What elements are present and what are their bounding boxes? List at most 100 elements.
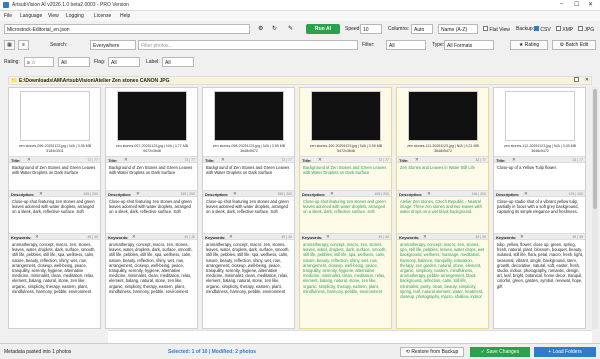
select-all-checkbox[interactable] [574,77,579,84]
jpg-label: JPG [584,27,595,33]
clear-keywords-icon[interactable]: ✕ [423,234,427,240]
keywords-field[interactable]: aromatherapy, concept, macro, zen, stone… [12,242,98,328]
image-card[interactable]: zen stones-097-20251123.jpg | N/A | 3.77… [105,87,198,329]
csv-label: CSV [540,27,551,33]
restore-backup-button[interactable]: ⟲ Restore from Backup [400,347,464,357]
description-field[interactable]: Close-up shot featuring zen stones and g… [109,199,195,231]
clear-description-icon[interactable]: ✕ [330,191,334,197]
menu-file[interactable]: File [4,13,12,19]
clear-description-icon[interactable]: ✕ [39,191,43,197]
clear-keywords-icon[interactable]: ✕ [326,234,330,240]
keywords-label: Keywords: [399,235,420,240]
image-card[interactable]: zen stones-111-20251123.jpg | N/A | 3.21… [396,87,489,329]
clear-description-icon[interactable]: ✕ [136,191,140,197]
vertical-scrollbar[interactable] [592,87,598,329]
rating-value-select[interactable]: All [58,57,90,67]
menu-logging[interactable]: Logging [66,13,84,19]
close-icon[interactable]: ✕ [588,1,593,8]
sort-select[interactable]: Name (A-Z) [438,24,478,34]
grid-view-icon[interactable]: ▦ [4,40,15,50]
description-field[interactable]: Close-up studio shot of a vibrant yellow… [497,199,583,231]
title-header: Title: ✕ 32 | 77 [397,156,488,163]
refresh-icon[interactable]: ↻ [272,25,277,32]
description-field[interactable]: Atelier Zen stones, Czech Republic - Neu… [400,199,486,231]
menu-help[interactable]: Help [120,13,130,19]
minimize-icon[interactable]: – [560,1,563,7]
title-field[interactable]: Background of Zen Stones and Green Leave… [12,165,98,189]
project-select[interactable]: Microstock-Editorial_en.json [4,24,250,34]
menu-view[interactable]: View [48,13,59,19]
image-thumbnail[interactable] [20,91,90,141]
description-header: Description: ✕ 155 | 200 [203,190,294,197]
clear-keywords-icon[interactable]: ✕ [35,234,39,240]
title-field[interactable]: Close-up of a Yellow Tulip flower. [497,165,583,189]
clear-title-icon[interactable]: ✕ [221,157,225,163]
clear-description-icon[interactable]: ✕ [427,191,431,197]
image-thumbnail[interactable] [117,91,187,141]
keywords-field[interactable]: aromatherapy, concept, macro, zen, stone… [400,242,486,328]
jpg-checkbox[interactable]: JPG [578,26,594,33]
filter-select[interactable]: All [386,40,426,50]
menu-license[interactable]: License [94,13,111,19]
clear-title-icon[interactable]: ✕ [415,157,419,163]
load-folders-button[interactable]: + Load Folders [534,347,596,357]
clear-description-icon[interactable]: ✕ [524,191,528,197]
list-view-icon[interactable]: ≡ [18,40,29,50]
flag-select[interactable]: All [108,57,140,67]
description-count: 155 | 200 [180,192,195,196]
scrollbar-thumb[interactable] [593,89,597,209]
speed-input[interactable]: 10 [360,24,382,34]
title-field[interactable]: Background of Zen Stones and Green Leave… [303,165,389,189]
keywords-field[interactable]: tulip, yellow, flower, close up, green, … [497,242,583,328]
image-thumbnail[interactable] [311,91,381,141]
image-dimensions: 3648x5472 [531,149,549,153]
image-card[interactable]: zen stones-096-20251123.jpg | N/A | 3.55… [8,87,101,329]
file-info: zen stones-112-20251123.jpg | N/A | 3.05… [503,144,577,148]
image-thumbnail[interactable] [505,91,575,141]
keywords-count: 49 | 49 [475,235,486,239]
gear-icon[interactable]: ⚙ [258,25,263,32]
clear-title-icon[interactable]: ✕ [124,157,128,163]
title-field[interactable]: Background of Zen Stones and Green Leave… [206,165,292,189]
columns-select[interactable]: Auto [411,24,433,34]
clear-title-icon[interactable]: ✕ [512,157,516,163]
label-select[interactable]: All [162,57,194,67]
clear-title-icon[interactable]: ✕ [318,157,322,163]
clear-keywords-icon[interactable]: ✕ [229,234,233,240]
keywords-field[interactable]: aromatherapy, concept, macro, zen, stone… [206,242,292,328]
keywords-field[interactable]: aromatherapy, concept, macro, zen, stone… [303,242,389,328]
rating-button[interactable]: ★ Rating [510,40,548,50]
image-card[interactable]: zen stones-100-20251123.jpg | N/A | 3.59… [299,87,392,329]
clear-description-icon[interactable]: ✕ [233,191,237,197]
clear-title-icon[interactable]: ✕ [27,157,31,163]
save-changes-button[interactable]: ✓ Save Changes [470,347,530,357]
flat-view-toggle[interactable]: Flat View [483,26,510,33]
xmp-checkbox[interactable]: XMP [556,26,573,33]
image-thumbnail[interactable] [214,91,284,141]
image-card[interactable]: zen stones-112-20251123.jpg | N/A | 3.05… [493,87,586,329]
menu-language[interactable]: Language [20,13,42,19]
clear-keywords-icon[interactable]: ✕ [520,234,524,240]
maximize-icon[interactable]: ☐ [574,1,579,8]
title-field[interactable]: Background of Zen Stones and Green Leave… [109,165,195,189]
batch-edit-button[interactable]: ⚙ Batch Edit [552,40,596,50]
title-label: Title: [205,158,215,163]
keywords-field[interactable]: aromatherapy, concept, macro, zen, stone… [109,242,195,328]
description-field[interactable]: Close-up shot featuring zen stones and g… [206,199,292,231]
description-field[interactable]: Close-up shot featuring zen stones and g… [12,199,98,231]
description-header: Description: ✕ 155 | 200 [106,190,197,197]
title-field[interactable]: Zen Stones and Leaves in Water Still Lif… [400,165,486,189]
image-thumbnail[interactable] [408,91,478,141]
title-header: Title: ✕ 23 | 77 [494,156,585,163]
close-folder-icon[interactable]: ✕ [585,77,589,83]
clear-icon[interactable]: ✎ [288,25,293,32]
type-select[interactable]: All Formats [444,40,494,50]
description-field[interactable]: Close-up shot featuring zen stones and g… [303,199,389,231]
search-scope-select[interactable]: Everywhere [90,40,136,50]
image-card[interactable]: zen stones-098-20251123.jpg | N/A | 3.55… [202,87,295,329]
csv-checkbox[interactable]: CSV [534,26,551,33]
rating-op-select[interactable]: ≥ ☆ [24,57,54,67]
filter-input[interactable]: Filter photos... [138,40,358,50]
clear-keywords-icon[interactable]: ✕ [132,234,136,240]
run-ai-button[interactable]: Run AI [306,24,340,34]
